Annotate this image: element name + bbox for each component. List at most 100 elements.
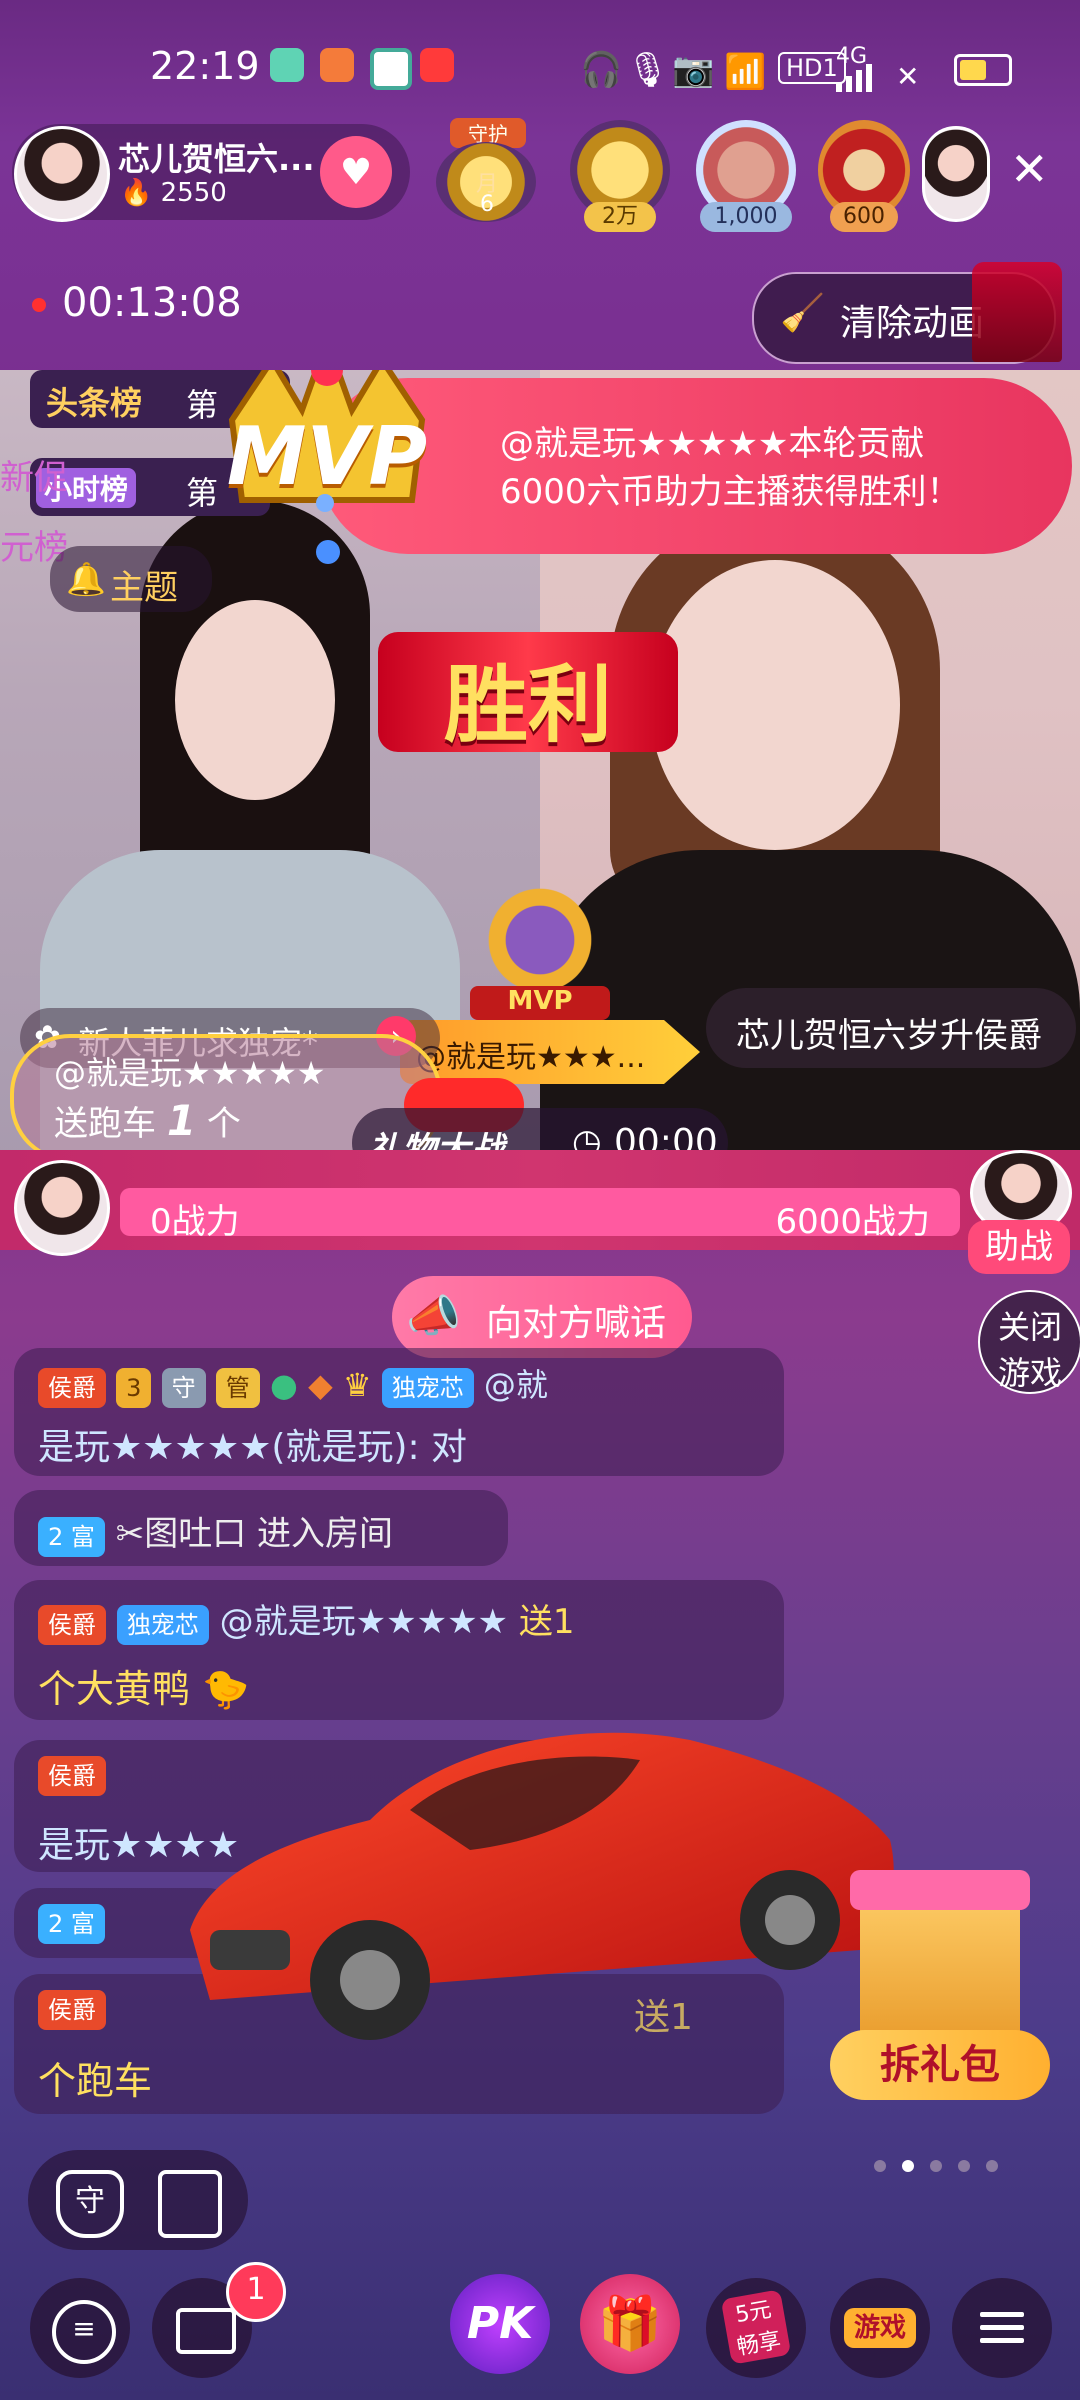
viewer-avatar[interactable] (922, 126, 990, 222)
rank-viewer-1-count: 2万 (584, 202, 656, 232)
mail-badge: 1 (226, 2262, 286, 2322)
chat-text: 个大黄鸭 (38, 1667, 191, 1711)
mvp-message-line2: 6000六币助力主播获得胜利！ (500, 472, 961, 512)
left-power: 0战力 (150, 1202, 240, 1242)
side-text-1: 新促 (0, 458, 68, 498)
rank-viewer-1[interactable]: 2万 (566, 120, 676, 232)
rank-viewer-2[interactable]: 1,000 (686, 120, 806, 232)
chat-message[interactable]: 侯爵 3 守 管 ● ◆ ♛ 独宠芯 @就 是玩★★★★★(就是玩): 对 (14, 1348, 784, 1476)
rich-level: 2 (48, 1910, 64, 1938)
megaphone-icon: 📣 (406, 1291, 461, 1342)
rich-label: 富 (70, 1910, 95, 1938)
medal-icon: ◆ (308, 1366, 333, 1404)
rich-level: 2 (48, 1523, 64, 1551)
app-notification-icon (420, 48, 454, 82)
close-game-button[interactable]: 关闭 游戏 (978, 1290, 1080, 1394)
crown-icon: ♛ (342, 1366, 372, 1404)
follow-heart-button[interactable]: ♥ (320, 136, 392, 208)
close-game-line1: 关闭 (997, 1308, 1062, 1346)
gift-count: 1 (166, 1096, 197, 1145)
gift-pack-label: 拆礼包 (830, 2030, 1050, 2100)
broom-icon: 🧹 (780, 293, 825, 334)
status-time: 22:19 (150, 44, 260, 88)
guard-badge[interactable]: 守护 月 6 (430, 118, 544, 226)
rich-level-tag: 2 富 (38, 1517, 105, 1557)
promo-button[interactable]: 5元 畅享 (706, 2278, 806, 2378)
shout-label: 向对方喊话 (486, 1303, 667, 1344)
app-notification-icon (320, 48, 354, 82)
close-icon[interactable]: ✕ (1010, 142, 1049, 196)
game-button[interactable]: 游戏 (830, 2278, 930, 2378)
headline-board-label: 头条榜 (46, 384, 143, 422)
live-dot-icon (32, 298, 46, 312)
carousel-dots (872, 2158, 1012, 2174)
close-game-line2: 游戏 (997, 1354, 1062, 1392)
task-list-icon[interactable] (158, 2170, 222, 2238)
chat-mention: @就是玩★★★★★ (219, 1602, 509, 1642)
admin-tag: 管 (215, 1368, 260, 1408)
level-tag: 3 (116, 1368, 152, 1408)
hamburger-icon (980, 2306, 1024, 2350)
mvp-name-tag: @就是玩★★★... (400, 1020, 700, 1084)
rank-tag: 侯爵 (38, 1756, 106, 1796)
microphone-icon: 🎙 (626, 50, 670, 90)
chat-message[interactable]: 2 富 ✂图吐口 进入房间 (14, 1490, 508, 1566)
chat-message[interactable]: 侯爵 独宠芯 @就是玩★★★★★ 送1 个大黄鸭 🐤 (14, 1580, 784, 1720)
mail-icon (176, 2308, 236, 2354)
small-toolbar: 守 (28, 2150, 248, 2250)
app-notification-icon (270, 48, 304, 82)
chat-text: 是玩★★★★★(就是玩): 对 (38, 1427, 468, 1468)
fans-row: 🔥 2550 (120, 178, 227, 208)
gift-unit: 个 (206, 1104, 241, 1144)
menu-button[interactable] (952, 2278, 1052, 2378)
pk-button[interactable]: PK (450, 2274, 550, 2374)
host-name: 芯儿贺恒六... (118, 140, 315, 178)
signal-icon (834, 60, 884, 92)
battle-power-bar: 0战力 6000战力 (120, 1188, 960, 1242)
wifi-icon: 📶 (724, 52, 767, 92)
app-notification-icon (370, 48, 412, 90)
theme-label: 主题 (110, 568, 178, 608)
camera-icon: 📷 (672, 50, 715, 90)
guard-shield-icon[interactable]: 守 (56, 2170, 124, 2238)
live-indicator-dot (316, 494, 334, 512)
rank-viewer-3-count: 600 (830, 202, 898, 232)
mvp-crown-badge: MVP (212, 370, 442, 560)
left-team-avatar[interactable] (14, 1160, 110, 1256)
chat-text: 个跑车 (38, 2059, 153, 2103)
gift-button[interactable]: 🎁 (580, 2274, 680, 2374)
fan-tag: 独宠芯 (381, 1368, 474, 1408)
rank-viewer-3[interactable]: 600 (816, 120, 916, 232)
host-avatar[interactable] (14, 126, 110, 222)
mvp-small-name: @就是玩★★★... (416, 1040, 646, 1075)
game-label: 游戏 (844, 2308, 916, 2348)
rank-tag: 侯爵 (38, 1368, 106, 1408)
rank-tag: 侯爵 (38, 1605, 106, 1645)
rich-level-tag: 2 富 (38, 1904, 105, 1944)
chat-mention: @就 (483, 1366, 548, 1404)
chat-name: ✂图吐口 (115, 1514, 247, 1554)
assist-button[interactable]: 助战 (968, 1220, 1070, 1274)
right-streamer-tag[interactable]: 芯儿贺恒六岁升侯爵 (706, 988, 1076, 1068)
gift-line: 送跑车 1 个 (54, 1096, 241, 1145)
rank-viewer-2-count: 1,000 (700, 202, 792, 232)
shout-button[interactable]: 📣 向对方喊话 (392, 1276, 692, 1358)
mvp-text: MVP (226, 410, 428, 503)
victory-label: 胜利 (443, 656, 612, 754)
gift-pack-widget[interactable]: 拆礼包 (830, 1850, 1050, 2100)
chat-button[interactable]: ≡ (30, 2278, 130, 2378)
mvp-small-label: MVP (470, 986, 610, 1020)
right-streamer-name: 芯儿贺恒六岁升侯爵 (736, 1016, 1042, 1056)
headset-icon: 🎧 (580, 50, 623, 90)
right-power: 6000战力 (775, 1202, 930, 1242)
gift-from: @就是玩★★★★★ (54, 1054, 326, 1092)
guard-tag: 守 (161, 1368, 206, 1408)
fire-icon: 🔥 (120, 178, 153, 208)
pk-video-area: 头条榜 第 小时榜 第 新促 元榜 🔔 主题 @就是玩★★★★★本轮贡献 600… (0, 370, 1080, 1175)
fans-count: 2550 (160, 178, 227, 208)
chat-bubble-icon: ≡ (52, 2300, 116, 2364)
theme-button[interactable]: 🔔 主题 (50, 546, 212, 612)
battery-icon (954, 54, 1012, 86)
medal-icon: ● (269, 1366, 298, 1404)
live-indicator-dot (316, 540, 340, 564)
